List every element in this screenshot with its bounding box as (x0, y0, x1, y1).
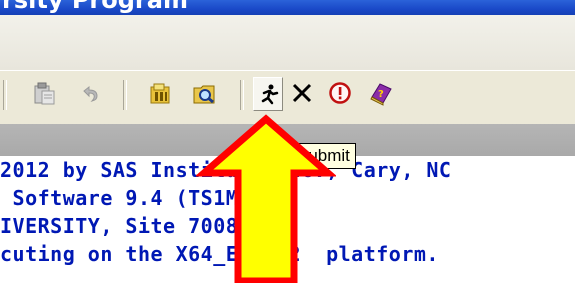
help-button[interactable]: ? (366, 77, 396, 111)
new-library-button[interactable] (146, 77, 176, 111)
break-button[interactable] (326, 77, 356, 111)
undo-button[interactable] (75, 77, 105, 111)
undo-icon (83, 85, 98, 102)
arrow-annotation (196, 114, 336, 283)
menu-area (0, 15, 575, 70)
submit-button[interactable] (253, 77, 283, 111)
running-man-icon (261, 84, 279, 105)
explorer-button[interactable] (190, 77, 220, 111)
paste-button[interactable] (30, 77, 60, 111)
exclamation-circle-icon (329, 82, 351, 104)
library-icon (150, 83, 170, 104)
svg-text:?: ? (378, 89, 384, 100)
clear-button[interactable] (288, 77, 318, 111)
toolbar-separator (3, 80, 7, 110)
help-book-icon: ? (370, 83, 392, 106)
toolbar-separator (240, 80, 244, 110)
window-title: rsity Program (2, 0, 188, 14)
folder-search-icon (193, 85, 215, 104)
window-title-bar: rsity Program (0, 0, 575, 15)
x-icon (292, 83, 312, 103)
toolbar-separator (123, 80, 127, 110)
paste-icon (34, 82, 55, 105)
